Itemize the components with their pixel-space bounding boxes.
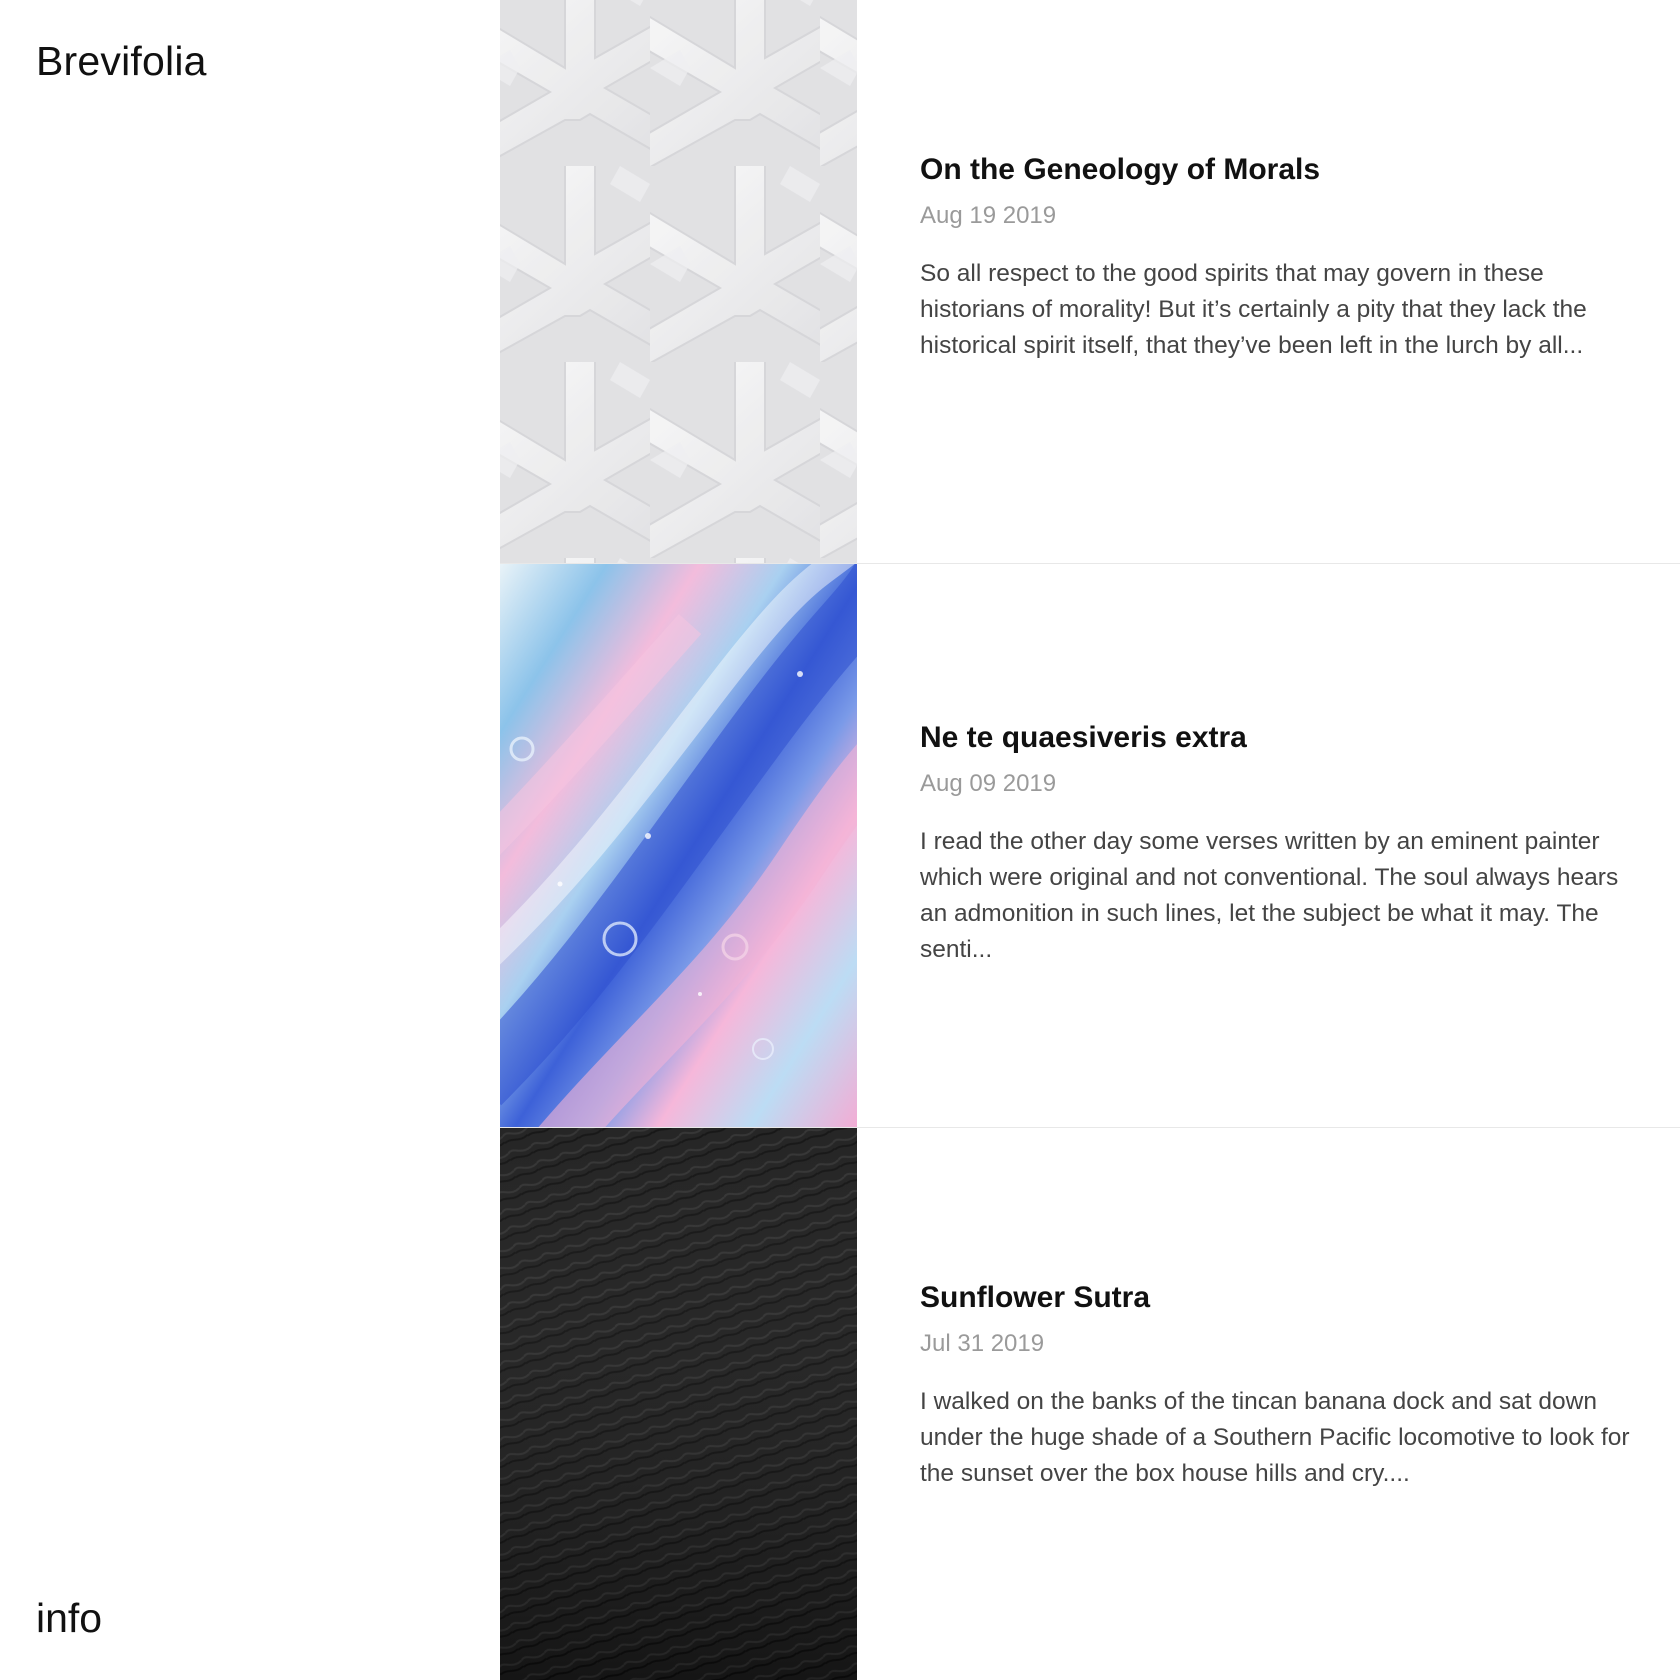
post-date: Jul 31 2019 xyxy=(920,1330,1045,1357)
post-list: On the Geneology of Morals Aug 19 2019 S… xyxy=(500,0,1680,1680)
post-thumbnail-marble-paint[interactable] xyxy=(500,564,857,1127)
post-text: Ne te quaesiveris extra Aug 09 2019 I re… xyxy=(920,720,1630,968)
info-link[interactable]: info xyxy=(36,1595,102,1642)
weave-pattern-image xyxy=(500,0,857,563)
post-item[interactable]: On the Geneology of Morals Aug 19 2019 S… xyxy=(500,0,1680,564)
leather-texture-image xyxy=(500,1128,857,1680)
post-item[interactable]: Sunflower Sutra Jul 31 2019 I walked on … xyxy=(500,1128,1680,1680)
post-title[interactable]: On the Geneology of Morals xyxy=(920,152,1630,188)
marble-paint-image xyxy=(500,564,857,1127)
site-title-link[interactable]: Brevifolia xyxy=(36,38,207,85)
post-title[interactable]: Sunflower Sutra xyxy=(920,1280,1630,1316)
post-title[interactable]: Ne te quaesiveris extra xyxy=(920,720,1630,756)
post-text: On the Geneology of Morals Aug 19 2019 S… xyxy=(920,152,1630,364)
post-excerpt: I read the other day some verses written… xyxy=(920,828,1619,963)
post-date: Aug 09 2019 xyxy=(920,770,1057,797)
post-text: Sunflower Sutra Jul 31 2019 I walked on … xyxy=(920,1280,1630,1492)
post-excerpt: I walked on the banks of the tincan bana… xyxy=(920,1388,1630,1487)
post-thumbnail-black-leather[interactable] xyxy=(500,1128,857,1680)
post-date: Aug 19 2019 xyxy=(920,202,1057,229)
post-thumbnail-white-weave[interactable] xyxy=(500,0,857,563)
post-item[interactable]: Ne te quaesiveris extra Aug 09 2019 I re… xyxy=(500,564,1680,1128)
post-excerpt: So all respect to the good spirits that … xyxy=(920,260,1587,359)
sidebar: Brevifolia info xyxy=(0,0,500,1680)
